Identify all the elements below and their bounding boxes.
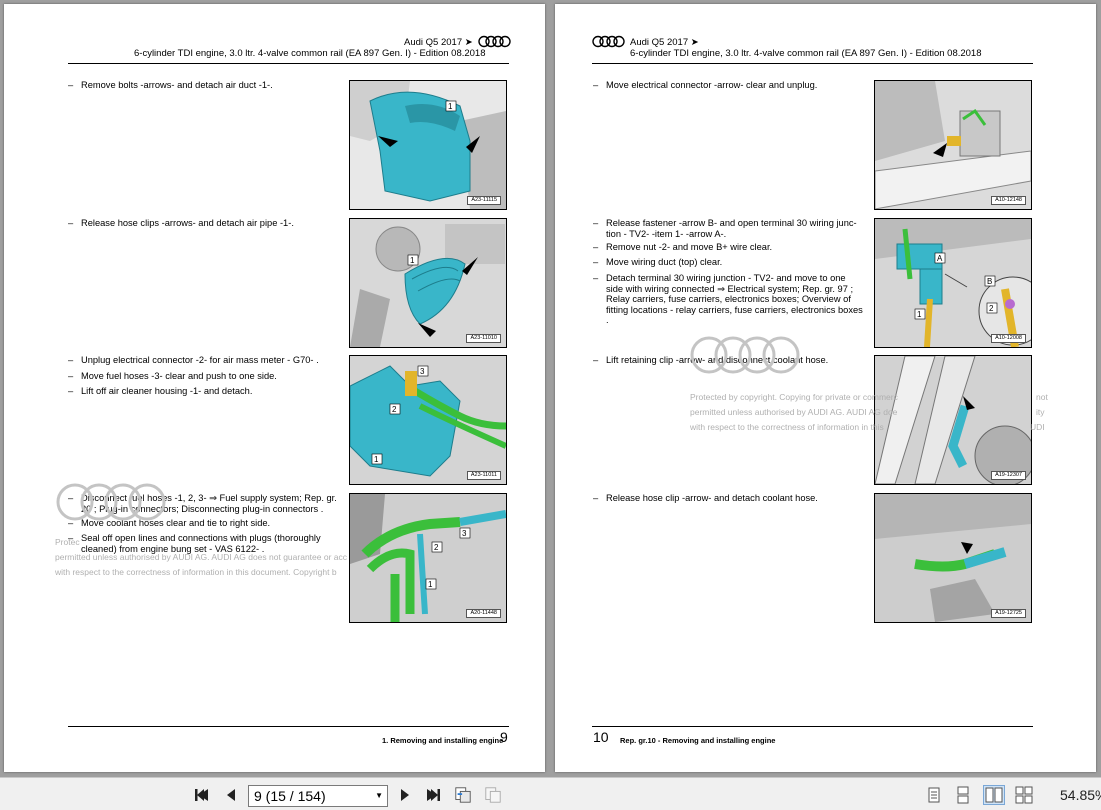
header-model: Audi Q5 2017 ➤ — [404, 37, 473, 48]
svg-text:1: 1 — [917, 310, 922, 319]
header-engine: 6-cylinder TDI engine, 3.0 ltr. 4-valve … — [134, 48, 486, 59]
continuous-view-icon[interactable] — [954, 786, 972, 804]
svg-text:A: A — [937, 254, 943, 263]
figure-air-cleaner: 2 3 1 A23-11011 — [349, 355, 507, 485]
figure-code: A19-12725 — [991, 609, 1026, 618]
footer-rule — [68, 726, 509, 727]
figure-fuel-hoses: 3 2 1 A20-11448 — [349, 493, 507, 623]
svg-text:1: 1 — [448, 102, 453, 111]
continuous-facing-view-icon[interactable] — [1015, 786, 1033, 804]
step-item: – Release hose clips -arrows- and detach … — [68, 218, 294, 228]
prev-page-icon[interactable] — [222, 786, 240, 804]
facing-pages-view-icon[interactable] — [983, 785, 1005, 805]
watermark-rings-icon — [56, 483, 166, 521]
last-page-icon[interactable] — [424, 786, 442, 804]
watermark-line: UDI — [1030, 422, 1045, 432]
figure-coolant-hose: A19-12725 — [874, 493, 1032, 623]
page-number: 10 — [593, 729, 609, 745]
footer-title: Rep. gr.10 - Removing and installing eng… — [620, 736, 776, 745]
header-rule — [592, 63, 1033, 64]
document-page-10: Audi Q5 2017 ➤ 6-cylinder TDI engine, 3.… — [555, 4, 1096, 772]
figure-code: A23-11011 — [466, 471, 501, 480]
step-item: – Release hose clip -arrow- and detach co… — [593, 493, 818, 503]
chevron-down-icon[interactable]: ▼ — [370, 786, 383, 806]
watermark-line: permitted unless authorised by AUDI AG. … — [55, 552, 347, 562]
step-item: – Move electrical connector -arrow- clear… — [593, 80, 818, 90]
step-item: – Remove nut -2- and move B+ wire clear. — [593, 242, 773, 252]
watermark-line: permitted unless authorised by AUDI AG. … — [690, 407, 898, 417]
figure-air-duct: 1 A23-11115 — [349, 80, 507, 210]
single-page-view-icon[interactable] — [925, 786, 943, 804]
document-page-9: Audi Q5 2017 ➤ 6-cylinder TDI engine, 3.… — [4, 4, 545, 772]
watermark-line: not — [1036, 392, 1048, 402]
figure-code: A10-12008 — [991, 334, 1026, 343]
step-item: – Unplug electrical connector -2- for air… — [68, 355, 319, 365]
footer-rule — [592, 726, 1033, 727]
svg-text:B: B — [987, 277, 992, 286]
svg-text:2: 2 — [392, 405, 397, 414]
watermark-line: Protec — [55, 537, 80, 547]
view-forward-icon[interactable] — [484, 786, 502, 804]
header-rule — [68, 63, 509, 64]
page-number: 9 — [500, 729, 508, 745]
footer-title: 1. Removing and installing engine — [382, 736, 504, 745]
figure-coolant-clip: A19-12307 — [874, 355, 1032, 485]
figure-code: A20-11448 — [466, 609, 501, 618]
figure-code: A19-12307 — [991, 471, 1026, 480]
step-item: – Move fuel hoses -3- clear and push to o… — [68, 371, 277, 381]
figure-wiring-junction: A B 2 1 A10-12008 — [874, 218, 1032, 348]
header-model: Audi Q5 2017 ➤ — [630, 37, 699, 48]
view-back-icon[interactable] — [454, 786, 472, 804]
step-item: – Remove bolts -arrows- and detach air du… — [68, 80, 273, 90]
step-item: – Lift off air cleaner housing -1- and de… — [68, 386, 253, 396]
svg-text:1: 1 — [410, 256, 415, 265]
figure-code: A10-12148 — [991, 196, 1026, 205]
figure-code: A23-11115 — [467, 196, 501, 205]
document-viewport[interactable]: Audi Q5 2017 ➤ 6-cylinder TDI engine, 3.… — [0, 0, 1101, 777]
step-item: – Release fastener -arrow B- and open ter… — [593, 218, 857, 239]
figure-code: A23-11010 — [466, 334, 501, 343]
step-item: – Detach terminal 30 wiring junction - TV… — [593, 273, 863, 325]
header-engine: 6-cylinder TDI engine, 3.0 ltr. 4-valve … — [630, 48, 982, 59]
svg-text:3: 3 — [420, 367, 425, 376]
watermark-line: with respect to the correctness of infor… — [55, 567, 337, 577]
svg-text:2: 2 — [434, 543, 439, 552]
audi-logo-icon — [592, 35, 625, 48]
page-number-input[interactable]: 9 (15 / 154) ▼ — [248, 785, 388, 807]
figure-electrical-connector: A10-12148 — [874, 80, 1032, 210]
zoom-level[interactable]: 54.85% — [1060, 787, 1101, 803]
step-item: – Move wiring duct (top) clear. — [593, 257, 723, 267]
viewer-toolbar: 9 (15 / 154) ▼ 54.85% — [0, 777, 1101, 810]
watermark-line: ity — [1036, 407, 1045, 417]
next-page-icon[interactable] — [396, 786, 414, 804]
audi-logo-icon — [478, 35, 511, 48]
first-page-icon[interactable] — [193, 786, 211, 804]
svg-text:1: 1 — [428, 580, 433, 589]
figure-air-pipe: 1 A23-11010 — [349, 218, 507, 348]
svg-text:1: 1 — [374, 455, 379, 464]
svg-text:2: 2 — [989, 304, 994, 313]
watermark-line: Protected by copyright. Copying for priv… — [690, 392, 898, 402]
watermark-line: with respect to the correctness of infor… — [690, 422, 884, 432]
svg-text:3: 3 — [462, 529, 467, 538]
watermark-rings-icon — [690, 336, 800, 374]
